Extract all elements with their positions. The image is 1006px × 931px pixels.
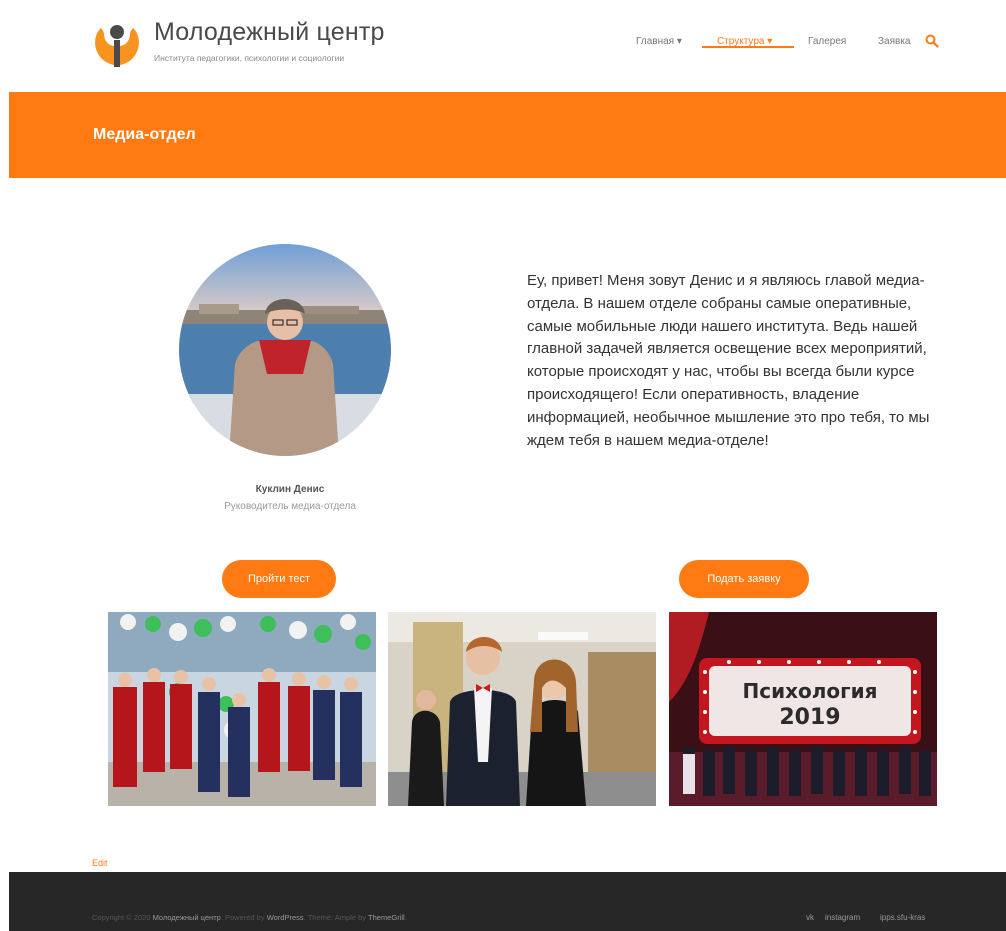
- main-nav: Главная ▾ Структура ▾ Галерея Заявка: [0, 34, 1006, 50]
- nav-item-home[interactable]: Главная ▾: [636, 36, 682, 47]
- intro-text: Еу, привет! Меня зовут Денис и я являюсь…: [527, 272, 930, 449]
- nav-item-gallery[interactable]: Галерея: [808, 36, 846, 47]
- copyright-text: Copyright © 2020: [92, 913, 151, 922]
- site-footer: Copyright © 2020 Молодежный центр. Power…: [9, 872, 1006, 931]
- submit-application-button[interactable]: Подать заявку: [679, 560, 809, 598]
- person-role: Руководитель медиа-отдела: [224, 501, 356, 512]
- chevron-down-icon: ▾: [767, 36, 773, 47]
- gallery-photo-people[interactable]: [388, 612, 656, 806]
- site-description: Института педагогики, психологии и социо…: [154, 53, 345, 63]
- footer-site-link[interactable]: Молодежный центр: [153, 913, 221, 922]
- footer-link-instagram[interactable]: instagram: [825, 913, 860, 922]
- wordpress-link[interactable]: WordPress: [267, 913, 304, 922]
- theme-text: . Theme: Ample by: [303, 913, 367, 922]
- page-title: Медиа-отдел: [93, 126, 196, 143]
- take-test-button[interactable]: Пройти тест: [222, 560, 336, 598]
- site-header: Молодежный центр Института педагогики, п…: [0, 0, 1006, 92]
- nav-item-label: Главная: [636, 36, 675, 47]
- nav-item-label: Галерея: [808, 36, 847, 47]
- edit-link[interactable]: Edit: [92, 858, 108, 868]
- footer-link-vk[interactable]: vk: [806, 913, 814, 922]
- powered-by-text: . Powered by: [220, 913, 265, 922]
- nav-item-structure[interactable]: Структура ▾: [717, 36, 772, 47]
- stage-sign-line2: 2019: [779, 705, 840, 730]
- page-banner: Медиа-отдел: [9, 92, 1006, 178]
- search-icon[interactable]: [925, 34, 939, 48]
- avatar: [179, 244, 391, 456]
- nav-item-label: Структура: [717, 36, 765, 47]
- stage-sign-line1: Психология: [743, 679, 878, 703]
- gallery-photo-stage[interactable]: Психология 2019: [669, 612, 937, 806]
- themegrill-link[interactable]: ThemeGrill: [368, 913, 405, 922]
- chevron-down-icon: ▾: [676, 36, 682, 47]
- person-name: Куклин Денис: [255, 484, 325, 495]
- gallery-photo-graduates[interactable]: [108, 612, 376, 806]
- nav-item-application[interactable]: Заявка: [878, 36, 911, 47]
- footer-period: .: [404, 913, 407, 922]
- footer-link-ipps[interactable]: ipps.sfu-kras: [880, 913, 925, 922]
- nav-item-label: Заявка: [878, 36, 911, 47]
- footer-copyright: Copyright © 2020 Молодежный центр. Power…: [92, 913, 407, 922]
